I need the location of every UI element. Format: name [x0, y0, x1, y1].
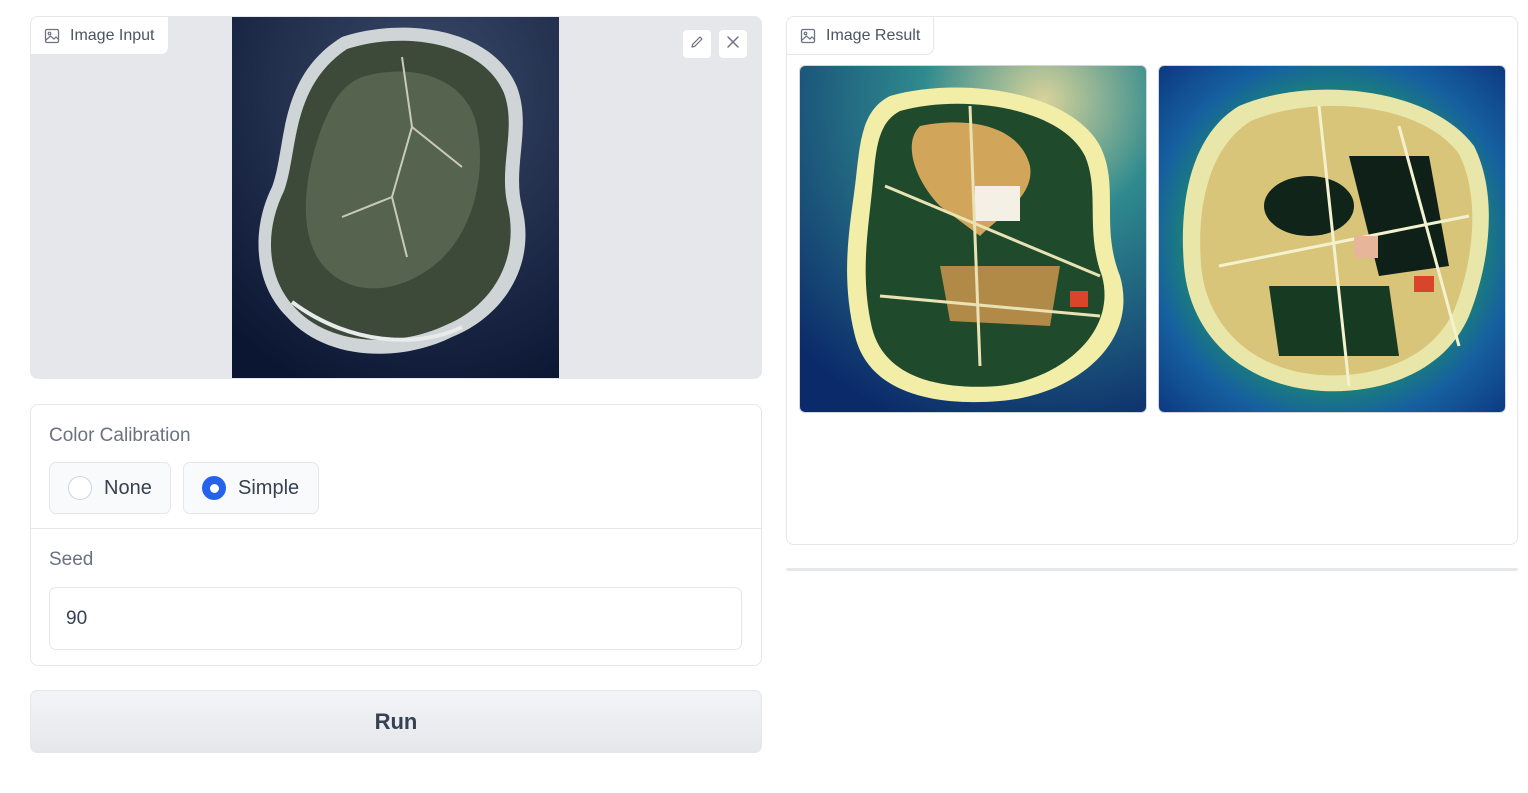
radio-option-none[interactable]: None [49, 462, 171, 514]
image-icon [44, 28, 60, 44]
radio-circle-none[interactable] [68, 476, 92, 500]
image-input-label-text: Image Input [70, 26, 155, 44]
parameters-card: Color Calibration None Simple Seed [30, 404, 762, 666]
image-result-label-text: Image Result [826, 26, 921, 44]
image-input-label: Image Input [31, 17, 169, 55]
result-image-2[interactable] [1158, 65, 1506, 413]
input-image[interactable] [232, 17, 559, 378]
pencil-icon [689, 34, 705, 55]
radio-option-simple[interactable]: Simple [183, 462, 319, 514]
app-root: Image Input Color Calibration None Simpl… [0, 0, 1528, 793]
color-calibration-label: Color Calibration [49, 425, 191, 446]
results-divider [786, 568, 1518, 571]
radio-circle-simple[interactable] [202, 476, 226, 500]
result-image-1[interactable] [799, 65, 1147, 413]
edit-button[interactable] [682, 29, 712, 59]
radio-label-none: None [104, 476, 152, 499]
section-divider [31, 528, 761, 529]
radio-label-simple: Simple [238, 476, 300, 499]
seed-input[interactable] [49, 587, 742, 650]
run-button[interactable]: Run [30, 690, 762, 753]
image-icon [800, 28, 816, 44]
seed-label: Seed [49, 549, 94, 570]
image-result-panel: Image Result [786, 16, 1518, 545]
image-result-label: Image Result [787, 17, 935, 55]
close-icon [726, 35, 740, 54]
clear-image-button[interactable] [718, 29, 748, 59]
image-input-panel[interactable]: Image Input [30, 16, 762, 379]
